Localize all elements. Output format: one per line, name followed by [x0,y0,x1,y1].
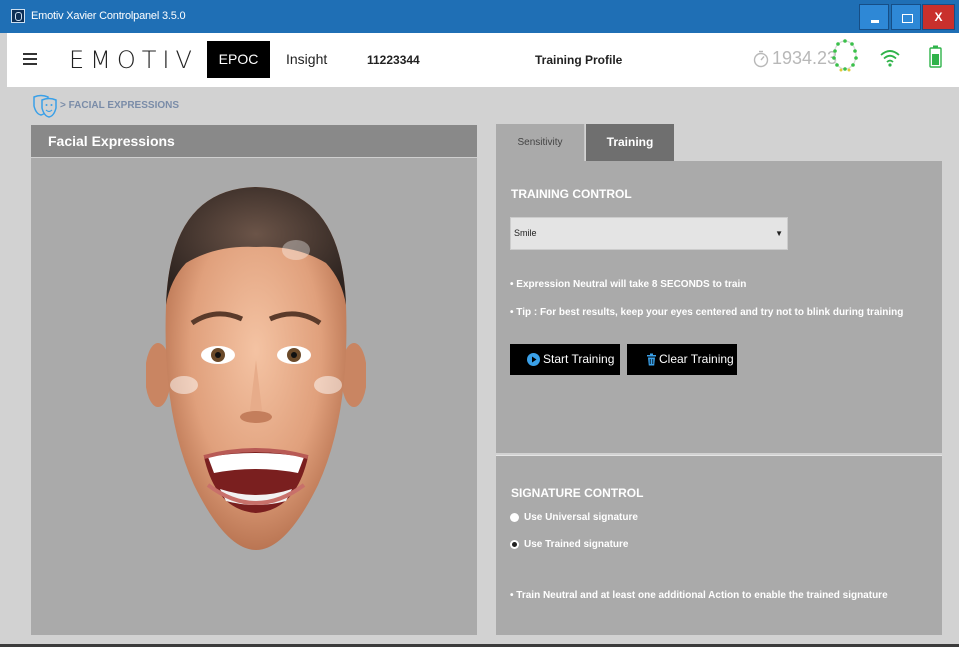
expression-select[interactable]: Smile ▼ [510,217,788,250]
avatar-face-image [146,187,366,550]
app-header: EMOTIV EPOC Insight 11223344 Training Pr… [7,33,959,87]
training-duration-info: • Expression Neutral will take 8 SECONDS… [510,279,747,290]
insight-button[interactable]: Insight [286,51,327,67]
universal-signature-radio[interactable] [510,513,519,522]
profile-label[interactable]: Training Profile [535,53,622,67]
stopwatch-icon [753,50,769,68]
headset-serial: 11223344 [367,53,420,67]
dropdown-caret-icon: ▼ [775,229,783,238]
start-training-label: Start Training [543,352,615,366]
headset-contact-icon[interactable] [831,37,859,73]
signature-control-panel: SIGNATURE CONTROL Use Universal signatur… [496,455,942,635]
clear-training-button[interactable]: Clear Training [627,344,737,375]
wifi-signal-icon [880,50,900,67]
minimize-button[interactable] [859,4,889,30]
tab-training[interactable]: Training [586,124,674,161]
trained-signature-radio[interactable] [510,540,519,549]
maximize-button[interactable] [891,4,921,30]
signature-control-title: SIGNATURE CONTROL [511,486,644,500]
menu-icon[interactable] [23,53,37,65]
session-timer: 1934.23 [772,48,838,68]
emotiv-logo: EMOTIV [69,46,198,74]
window-left-edge [0,33,7,647]
play-icon [527,353,540,366]
clear-training-label: Clear Training [659,352,734,366]
close-button[interactable]: X [922,4,955,30]
trash-icon [647,353,656,366]
training-control-title: TRAINING CONTROL [511,187,632,201]
window-title: Emotiv Xavier Controlpanel 3.5.0 [31,10,186,22]
breadcrumb-label[interactable]: > FACIAL EXPRESSIONS [60,100,179,111]
facial-expressions-panel: Facial Expressions [31,125,477,635]
expression-select-value: Smile [514,228,537,238]
tab-sensitivity[interactable]: Sensitivity [496,124,585,161]
training-tip: • Tip : For best results, keep your eyes… [510,307,904,318]
trained-signature-label: Use Trained signature [524,539,629,550]
universal-signature-label: Use Universal signature [524,512,638,523]
panel-title: Facial Expressions [48,133,175,149]
battery-icon [929,45,942,68]
window-titlebar: Emotiv Xavier Controlpanel 3.5.0 X [0,0,959,33]
app-icon [11,9,25,23]
facial-expressions-mask-icon [33,94,57,118]
start-training-button[interactable]: Start Training [510,344,620,375]
signature-note: • Train Neutral and at least one additio… [510,590,888,601]
panel-header: Facial Expressions [31,125,477,158]
epoc-button[interactable]: EPOC [207,41,270,78]
training-control-panel: TRAINING CONTROL Smile ▼ • Expression Ne… [496,161,942,453]
